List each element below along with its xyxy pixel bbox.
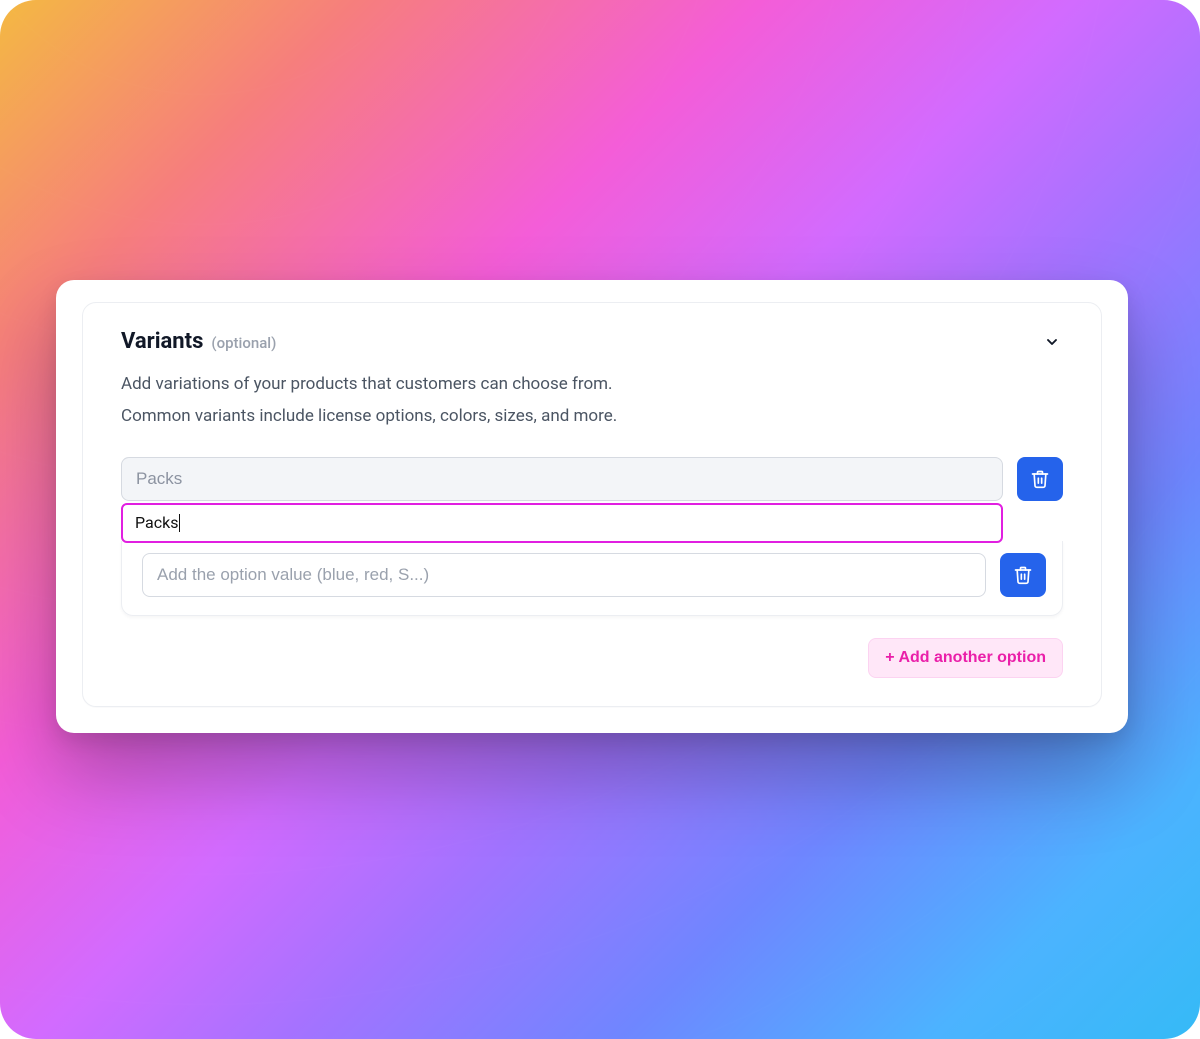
add-another-option-button[interactable]: + Add another option: [868, 638, 1063, 678]
trash-icon: [1030, 469, 1050, 489]
option-name-editing-value: Packs: [135, 513, 178, 532]
delete-option-button[interactable]: [1017, 457, 1063, 501]
variants-description-line2: Common variants include license options,…: [121, 406, 617, 426]
variants-card-header: Variants (optional): [121, 329, 1063, 354]
variants-optional-label: (optional): [211, 334, 276, 352]
option-name-edit-row: Packs: [121, 503, 1003, 543]
variants-description-line1: Add variations of your products that cus…: [121, 374, 613, 394]
option-values-card: [121, 541, 1063, 616]
option-value-input[interactable]: [142, 553, 986, 597]
variants-panel: Variants (optional) Add variations of yo…: [56, 280, 1128, 733]
option-value-row: [142, 553, 1046, 597]
chevron-down-icon: [1044, 334, 1060, 350]
option-name-row: [121, 457, 1063, 501]
option-name-display-input[interactable]: [121, 457, 1003, 501]
variants-title: Variants: [121, 329, 203, 354]
variants-description: Add variations of your products that cus…: [121, 368, 1063, 433]
collapse-toggle[interactable]: [1041, 331, 1063, 353]
trash-icon: [1013, 565, 1033, 585]
text-caret: [179, 514, 180, 532]
delete-option-value-button[interactable]: [1000, 553, 1046, 597]
option-name-autocomplete-input[interactable]: Packs: [121, 503, 1003, 543]
variants-title-wrap: Variants (optional): [121, 329, 276, 354]
variants-card: Variants (optional) Add variations of yo…: [82, 302, 1102, 707]
